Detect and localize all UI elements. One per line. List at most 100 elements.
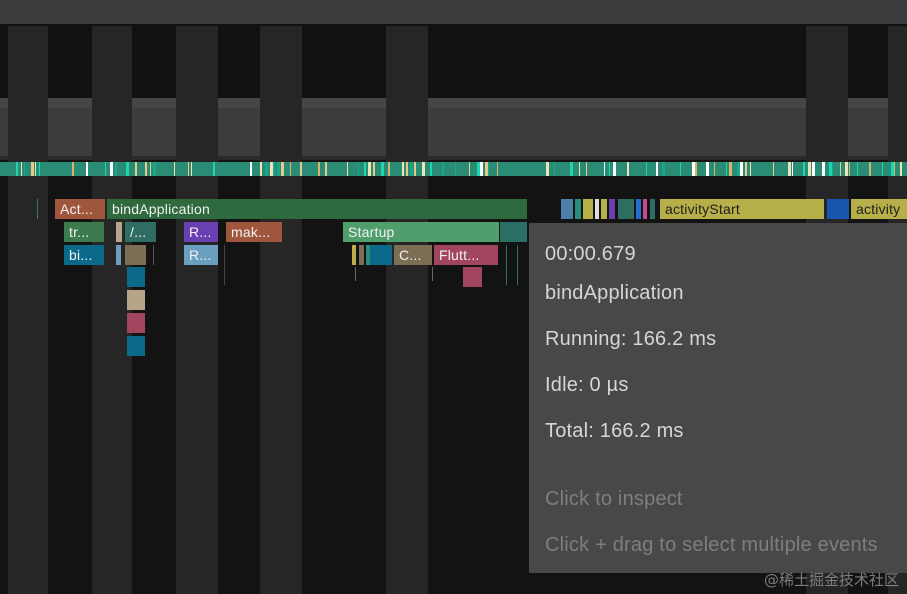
- event-small[interactable]: [500, 222, 527, 242]
- activity-tick: [646, 162, 647, 176]
- activity-tick: [845, 162, 848, 176]
- activity-tick: [750, 162, 751, 176]
- event-small[interactable]: [595, 199, 599, 219]
- event-small[interactable]: [370, 245, 392, 265]
- activity-tick: [115, 162, 117, 176]
- activity-tick: [358, 162, 359, 176]
- event-small[interactable]: [359, 245, 364, 265]
- activity-tick: [300, 162, 302, 176]
- activity-tick: [714, 162, 715, 176]
- event-c[interactable]: C...: [394, 245, 432, 265]
- activity-tick: [273, 162, 275, 176]
- event-small[interactable]: [116, 245, 121, 265]
- activity-tick: [145, 162, 147, 176]
- activity-tick: [72, 162, 74, 176]
- event-sliver: [224, 245, 225, 285]
- event-small[interactable]: [583, 199, 593, 219]
- tooltip-event-name: bindApplication: [545, 282, 684, 304]
- activity-tick: [808, 162, 811, 176]
- activity-tick: [729, 162, 732, 176]
- activity-tick: [188, 162, 189, 176]
- event-small[interactable]: [827, 199, 849, 219]
- activity-tick: [469, 162, 470, 176]
- event-flutt[interactable]: Flutt...: [434, 245, 498, 265]
- event-small[interactable]: [636, 199, 641, 219]
- event-small[interactable]: [561, 199, 573, 219]
- activity-tick: [277, 162, 280, 176]
- event-sliver: [506, 245, 507, 285]
- event-startup[interactable]: Startup: [343, 222, 499, 242]
- event-bindapplication[interactable]: bindApplication: [107, 199, 527, 219]
- watermark: @稀土掘金技术社区: [763, 571, 899, 589]
- activity-tick: [455, 162, 456, 176]
- activity-tick: [894, 162, 895, 176]
- event-small[interactable]: [575, 199, 581, 219]
- activity-tick: [21, 162, 22, 176]
- event-small[interactable]: [643, 199, 647, 219]
- event-small[interactable]: [127, 267, 145, 287]
- activity-tick: [174, 162, 175, 176]
- event-r-light[interactable]: R...: [184, 245, 218, 265]
- tooltip-total: Total: 166.2 ms: [545, 420, 684, 442]
- activity-tick: [627, 162, 629, 176]
- event-small[interactable]: [352, 245, 356, 265]
- activity-tick: [191, 162, 192, 176]
- event-small[interactable]: [116, 222, 122, 242]
- activity-tick: [290, 162, 291, 176]
- activity-tick: [579, 162, 580, 176]
- activity-tick: [773, 162, 774, 176]
- activity-tick: [900, 162, 902, 176]
- event-small[interactable]: [463, 267, 482, 287]
- activity-tick: [325, 162, 327, 176]
- event-small[interactable]: [650, 199, 655, 219]
- activity-tick: [414, 162, 416, 176]
- activity-tick: [882, 162, 883, 176]
- activity-tick: [546, 162, 549, 176]
- activity-tick: [16, 162, 18, 176]
- event-small[interactable]: [127, 290, 145, 310]
- event-bi[interactable]: bi...: [64, 245, 104, 265]
- activity-tick: [656, 162, 658, 176]
- event-small[interactable]: [125, 245, 146, 265]
- event-r-purple[interactable]: R...: [184, 222, 218, 242]
- event-small[interactable]: [127, 336, 145, 356]
- event-sliver: [153, 245, 154, 265]
- activity-tick: [609, 162, 610, 176]
- activity-tick: [24, 162, 25, 176]
- activity-tick: [849, 162, 850, 176]
- activity-tick: [402, 162, 404, 176]
- activity-tick: [480, 162, 483, 176]
- activity-tick: [840, 162, 841, 176]
- activity-tick: [265, 162, 268, 176]
- activity-tick: [31, 162, 34, 176]
- event-small[interactable]: [127, 313, 145, 333]
- event-activitystart[interactable]: activityStart: [660, 199, 824, 219]
- activity-tick: [153, 162, 156, 176]
- activity-tick: [150, 162, 151, 176]
- activity-tick: [250, 162, 252, 176]
- activity-tick: [812, 162, 815, 176]
- event-sliver: [517, 245, 518, 285]
- activity-tick: [497, 162, 498, 176]
- activity-tick: [410, 162, 413, 176]
- event-small[interactable]: [609, 199, 615, 219]
- activity-tick: [442, 162, 444, 176]
- activity-tick: [213, 162, 215, 176]
- event-activity[interactable]: activity: [851, 199, 907, 219]
- event-small[interactable]: [618, 199, 634, 219]
- activity-tick: [706, 162, 709, 176]
- activity-tick: [613, 162, 616, 176]
- activity-tick: [586, 162, 587, 176]
- event-mak[interactable]: mak...: [226, 222, 282, 242]
- event-act[interactable]: Act...: [55, 199, 105, 219]
- activity-tick: [388, 162, 390, 176]
- activity-tick: [260, 162, 262, 176]
- activity-tick: [792, 162, 793, 176]
- event-slash[interactable]: /...: [125, 222, 156, 242]
- event-tr[interactable]: tr...: [64, 222, 104, 242]
- activity-tick: [554, 162, 555, 176]
- event-small[interactable]: [601, 199, 607, 219]
- activity-tick: [105, 162, 106, 176]
- activity-tick: [39, 162, 40, 176]
- activity-tick: [745, 162, 747, 176]
